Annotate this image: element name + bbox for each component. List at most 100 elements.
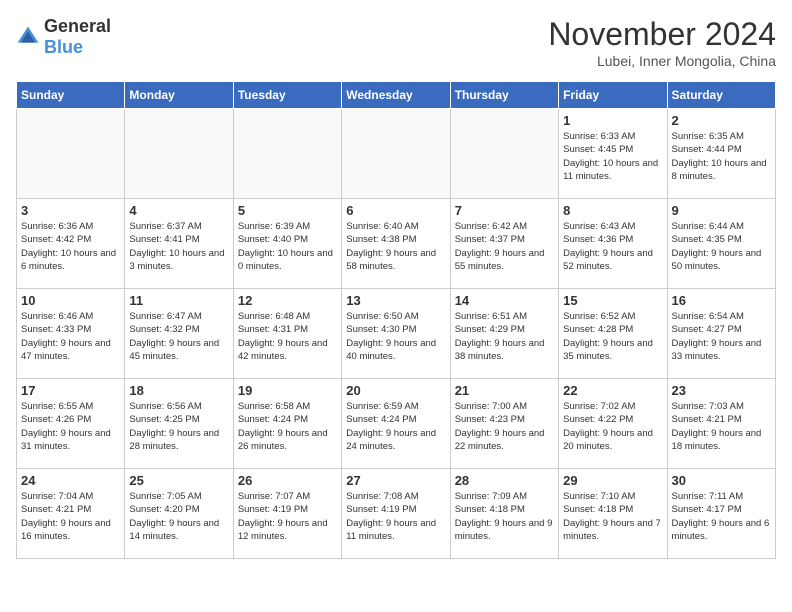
title-area: November 2024 Lubei, Inner Mongolia, Chi… bbox=[548, 16, 776, 69]
day-number: 28 bbox=[455, 473, 554, 488]
day-info: Sunrise: 7:10 AM Sunset: 4:18 PM Dayligh… bbox=[563, 490, 662, 543]
weekday-header-row: SundayMondayTuesdayWednesdayThursdayFrid… bbox=[17, 82, 776, 109]
day-info: Sunrise: 6:44 AM Sunset: 4:35 PM Dayligh… bbox=[672, 220, 771, 273]
day-info: Sunrise: 6:55 AM Sunset: 4:26 PM Dayligh… bbox=[21, 400, 120, 453]
calendar-cell: 6 Sunrise: 6:40 AM Sunset: 4:38 PM Daylig… bbox=[342, 199, 450, 289]
day-info: Sunrise: 6:56 AM Sunset: 4:25 PM Dayligh… bbox=[129, 400, 228, 453]
calendar-cell: 20 Sunrise: 6:59 AM Sunset: 4:24 PM Dayli… bbox=[342, 379, 450, 469]
calendar-cell: 14 Sunrise: 6:51 AM Sunset: 4:29 PM Dayli… bbox=[450, 289, 558, 379]
week-row-3: 10Sunrise: 6:46 AM Sunset: 4:33 PM Dayli… bbox=[17, 289, 776, 379]
day-number: 25 bbox=[129, 473, 228, 488]
day-info: Sunrise: 7:07 AM Sunset: 4:19 PM Dayligh… bbox=[238, 490, 337, 543]
day-info: Sunrise: 7:11 AM Sunset: 4:17 PM Dayligh… bbox=[672, 490, 771, 543]
day-number: 1 bbox=[563, 113, 662, 128]
calendar-cell: 29 Sunrise: 7:10 AM Sunset: 4:18 PM Dayli… bbox=[559, 469, 667, 559]
day-number: 23 bbox=[672, 383, 771, 398]
day-info: Sunrise: 6:50 AM Sunset: 4:30 PM Dayligh… bbox=[346, 310, 445, 363]
day-number: 21 bbox=[455, 383, 554, 398]
day-info: Sunrise: 6:42 AM Sunset: 4:37 PM Dayligh… bbox=[455, 220, 554, 273]
day-number: 19 bbox=[238, 383, 337, 398]
day-number: 30 bbox=[672, 473, 771, 488]
day-number: 17 bbox=[21, 383, 120, 398]
weekday-header-saturday: Saturday bbox=[667, 82, 775, 109]
header: General Blue November 2024 Lubei, Inner … bbox=[16, 16, 776, 69]
month-title: November 2024 bbox=[548, 16, 776, 53]
logo: General Blue bbox=[16, 16, 111, 58]
day-info: Sunrise: 6:46 AM Sunset: 4:33 PM Dayligh… bbox=[21, 310, 120, 363]
day-number: 3 bbox=[21, 203, 120, 218]
week-row-2: 3 Sunrise: 6:36 AM Sunset: 4:42 PM Daylig… bbox=[17, 199, 776, 289]
calendar-cell: 5 Sunrise: 6:39 AM Sunset: 4:40 PM Daylig… bbox=[233, 199, 341, 289]
weekday-header-monday: Monday bbox=[125, 82, 233, 109]
day-number: 12 bbox=[238, 293, 337, 308]
calendar-cell: 1 Sunrise: 6:33 AM Sunset: 4:45 PM Daylig… bbox=[559, 109, 667, 199]
day-info: Sunrise: 6:58 AM Sunset: 4:24 PM Dayligh… bbox=[238, 400, 337, 453]
logo-icon bbox=[16, 25, 40, 49]
day-info: Sunrise: 7:09 AM Sunset: 4:18 PM Dayligh… bbox=[455, 490, 554, 543]
calendar-cell: 13Sunrise: 6:50 AM Sunset: 4:30 PM Dayli… bbox=[342, 289, 450, 379]
day-info: Sunrise: 6:37 AM Sunset: 4:41 PM Dayligh… bbox=[129, 220, 228, 273]
calendar-cell: 30 Sunrise: 7:11 AM Sunset: 4:17 PM Dayli… bbox=[667, 469, 775, 559]
calendar-cell bbox=[125, 109, 233, 199]
calendar-cell: 26 Sunrise: 7:07 AM Sunset: 4:19 PM Dayli… bbox=[233, 469, 341, 559]
day-number: 18 bbox=[129, 383, 228, 398]
calendar-cell: 11Sunrise: 6:47 AM Sunset: 4:32 PM Dayli… bbox=[125, 289, 233, 379]
day-info: Sunrise: 6:43 AM Sunset: 4:36 PM Dayligh… bbox=[563, 220, 662, 273]
day-number: 24 bbox=[21, 473, 120, 488]
day-info: Sunrise: 6:54 AM Sunset: 4:27 PM Dayligh… bbox=[672, 310, 771, 363]
calendar-cell: 10Sunrise: 6:46 AM Sunset: 4:33 PM Dayli… bbox=[17, 289, 125, 379]
day-info: Sunrise: 6:36 AM Sunset: 4:42 PM Dayligh… bbox=[21, 220, 120, 273]
day-number: 15 bbox=[563, 293, 662, 308]
day-number: 14 bbox=[455, 293, 554, 308]
calendar-table: SundayMondayTuesdayWednesdayThursdayFrid… bbox=[16, 81, 776, 559]
calendar-cell: 17 Sunrise: 6:55 AM Sunset: 4:26 PM Dayli… bbox=[17, 379, 125, 469]
calendar-cell: 22Sunrise: 7:02 AM Sunset: 4:22 PM Dayli… bbox=[559, 379, 667, 469]
weekday-header-thursday: Thursday bbox=[450, 82, 558, 109]
calendar-cell: 19 Sunrise: 6:58 AM Sunset: 4:24 PM Dayli… bbox=[233, 379, 341, 469]
day-number: 9 bbox=[672, 203, 771, 218]
day-number: 27 bbox=[346, 473, 445, 488]
weekday-header-sunday: Sunday bbox=[17, 82, 125, 109]
calendar-cell: 2 Sunrise: 6:35 AM Sunset: 4:44 PM Daylig… bbox=[667, 109, 775, 199]
day-info: Sunrise: 7:03 AM Sunset: 4:21 PM Dayligh… bbox=[672, 400, 771, 453]
calendar-cell: 21 Sunrise: 7:00 AM Sunset: 4:23 PM Dayli… bbox=[450, 379, 558, 469]
calendar-cell: 15Sunrise: 6:52 AM Sunset: 4:28 PM Dayli… bbox=[559, 289, 667, 379]
week-row-5: 24 Sunrise: 7:04 AM Sunset: 4:21 PM Dayli… bbox=[17, 469, 776, 559]
day-info: Sunrise: 7:08 AM Sunset: 4:19 PM Dayligh… bbox=[346, 490, 445, 543]
day-number: 6 bbox=[346, 203, 445, 218]
day-number: 29 bbox=[563, 473, 662, 488]
day-info: Sunrise: 6:51 AM Sunset: 4:29 PM Dayligh… bbox=[455, 310, 554, 363]
day-number: 20 bbox=[346, 383, 445, 398]
calendar-cell: 8 Sunrise: 6:43 AM Sunset: 4:36 PM Daylig… bbox=[559, 199, 667, 289]
calendar-cell bbox=[233, 109, 341, 199]
day-info: Sunrise: 6:40 AM Sunset: 4:38 PM Dayligh… bbox=[346, 220, 445, 273]
week-row-1: 1 Sunrise: 6:33 AM Sunset: 4:45 PM Daylig… bbox=[17, 109, 776, 199]
day-info: Sunrise: 7:04 AM Sunset: 4:21 PM Dayligh… bbox=[21, 490, 120, 543]
calendar-cell: 7 Sunrise: 6:42 AM Sunset: 4:37 PM Daylig… bbox=[450, 199, 558, 289]
calendar-cell: 9 Sunrise: 6:44 AM Sunset: 4:35 PM Daylig… bbox=[667, 199, 775, 289]
day-number: 26 bbox=[238, 473, 337, 488]
calendar-cell: 28 Sunrise: 7:09 AM Sunset: 4:18 PM Dayli… bbox=[450, 469, 558, 559]
day-info: Sunrise: 6:48 AM Sunset: 4:31 PM Dayligh… bbox=[238, 310, 337, 363]
day-number: 2 bbox=[672, 113, 771, 128]
day-number: 5 bbox=[238, 203, 337, 218]
calendar-cell: 25 Sunrise: 7:05 AM Sunset: 4:20 PM Dayli… bbox=[125, 469, 233, 559]
day-info: Sunrise: 6:59 AM Sunset: 4:24 PM Dayligh… bbox=[346, 400, 445, 453]
calendar-cell: 16 Sunrise: 6:54 AM Sunset: 4:27 PM Dayli… bbox=[667, 289, 775, 379]
day-number: 22 bbox=[563, 383, 662, 398]
logo-text-general: General bbox=[44, 16, 111, 36]
day-number: 16 bbox=[672, 293, 771, 308]
calendar-cell bbox=[342, 109, 450, 199]
calendar-cell bbox=[450, 109, 558, 199]
day-info: Sunrise: 6:47 AM Sunset: 4:32 PM Dayligh… bbox=[129, 310, 228, 363]
calendar-cell: 3 Sunrise: 6:36 AM Sunset: 4:42 PM Daylig… bbox=[17, 199, 125, 289]
day-info: Sunrise: 7:05 AM Sunset: 4:20 PM Dayligh… bbox=[129, 490, 228, 543]
day-info: Sunrise: 6:35 AM Sunset: 4:44 PM Dayligh… bbox=[672, 130, 771, 183]
weekday-header-friday: Friday bbox=[559, 82, 667, 109]
day-number: 7 bbox=[455, 203, 554, 218]
day-info: Sunrise: 7:00 AM Sunset: 4:23 PM Dayligh… bbox=[455, 400, 554, 453]
day-info: Sunrise: 6:33 AM Sunset: 4:45 PM Dayligh… bbox=[563, 130, 662, 183]
day-number: 8 bbox=[563, 203, 662, 218]
calendar-cell: 12 Sunrise: 6:48 AM Sunset: 4:31 PM Dayli… bbox=[233, 289, 341, 379]
day-info: Sunrise: 6:39 AM Sunset: 4:40 PM Dayligh… bbox=[238, 220, 337, 273]
